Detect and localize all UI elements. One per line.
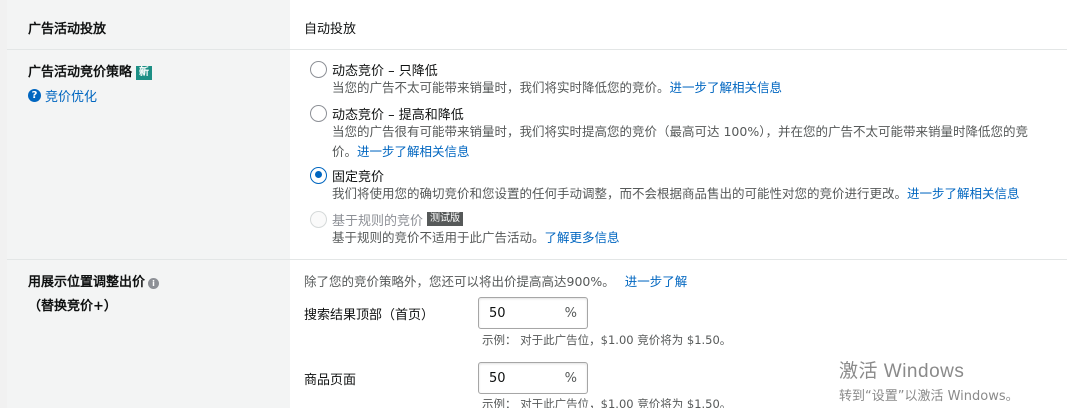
bid-option-desc: 当您的广告不太可能带来销量时，我们将实时降低您的竞价。进一步了解相关信息 [332, 78, 782, 98]
learn-more-link[interactable]: 了解更多信息 [545, 230, 620, 245]
watermark-subtitle: 转到“设置”以激活 Windows。 [839, 389, 1019, 404]
placement-intro-text: 除了您的竞价策略外，您还可以将出价提高高达900%。 [304, 274, 615, 289]
delivery-row: 广告活动投放 自动投放 [7, 0, 1067, 50]
bidding-label: 广告活动竞价策略 [28, 65, 133, 80]
left-edge-strip [0, 0, 7, 408]
bid-option-fixed[interactable]: 固定竞价 我们将使用您的确切竞价和您设置的任何手动调整，而不会根据商品售出的可能… [304, 166, 1020, 204]
placement-example: 示例： 对于此广告位，$1.00 竞价将为 $1.50。 [482, 397, 732, 408]
percent-unit: % [564, 305, 577, 321]
learn-more-link[interactable]: 进一步了解相关信息 [357, 144, 470, 159]
question-circle-icon: ? [28, 89, 41, 102]
bid-optimization-help-link[interactable]: ? 竞价优化 [28, 86, 290, 105]
delivery-value: 自动投放 [304, 22, 357, 37]
bid-option-desc-line2: 价。 [332, 144, 358, 159]
bidding-options-cell: 动态竞价 – 只降低 当您的广告不太可能带来销量时，我们将实时降低您的竞价。进一… [290, 50, 1067, 259]
windows-activation-watermark: 激活 Windows 转到“设置”以激活 Windows。 [839, 356, 1019, 404]
bid-option-desc-line1: 当您的广告很有可能带来销量时，我们将实时提高您的竞价（最高可达 100%），并在… [332, 124, 1028, 139]
bid-option-desc-text: 我们将使用您的确切竞价和您设置的任何手动调整，而不会根据商品售出的可能性对您的竞… [332, 186, 908, 201]
bid-option-desc-text: 当您的广告不太可能带来销量时，我们将实时降低您的竞价。 [332, 80, 670, 95]
placement-label: 商品页面 [304, 372, 357, 388]
new-badge: 新 [136, 66, 153, 80]
bid-option-desc-text: 基于规则的竞价不适用于此广告活动。 [332, 230, 545, 245]
beta-badge: 测试版 [427, 212, 464, 226]
bid-option-title: 动态竞价 – 提高和降低 [332, 107, 464, 123]
placement-example: 示例： 对于此广告位，$1.00 竞价将为 $1.50。 [482, 333, 732, 347]
radio-fixed-selected[interactable] [310, 166, 327, 184]
bid-option-dynamic-down[interactable]: 动态竞价 – 只降低 当您的广告不太可能带来销量时，我们将实时降低您的竞价。进一… [304, 60, 782, 98]
radio-dynamic-down[interactable] [310, 60, 327, 78]
bid-option-title: 基于规则的竞价 [332, 213, 424, 229]
bid-option-dynamic-up-down[interactable]: 动态竞价 – 提高和降低 当您的广告很有可能带来销量时，我们将实时提高您的竞价（… [304, 104, 1064, 162]
percent-unit: % [564, 370, 577, 386]
product-pages-percent-input[interactable]: 50 % [478, 362, 588, 394]
bidding-strategy-row: 广告活动竞价策略新 ? 竞价优化 动态竞价 – 只降低 当您的广告不太可能带来销… [7, 50, 1067, 260]
percent-value: 50 [489, 305, 506, 321]
bid-option-rule-based: 基于规则的竞价 测试版 基于规则的竞价不适用于此广告活动。了解更多信息 [304, 210, 620, 248]
placement-label: 用展示位置调整出价 [28, 275, 146, 290]
bid-optimization-help-text: 竞价优化 [45, 90, 98, 105]
radio-dynamic-up-down[interactable] [310, 104, 327, 122]
info-circle-icon[interactable]: i [148, 278, 160, 289]
bid-option-desc: 当您的广告很有可能带来销量时，我们将实时提高您的竞价（最高可达 100%），并在… [332, 122, 1064, 162]
placement-label-sub: （替换竞价+） [28, 299, 117, 314]
watermark-title: 激活 Windows [839, 361, 965, 382]
placement-intro: 除了您的竞价策略外，您还可以将出价提高高达900%。 进一步了解 [304, 271, 687, 290]
learn-more-link[interactable]: 进一步了解相关信息 [907, 186, 1020, 201]
delivery-value-cell: 自动投放 [290, 0, 1067, 49]
bidding-label-cell: 广告活动竞价策略新 ? 竞价优化 [7, 50, 290, 259]
placement-product-pages: 商品页面 50 % [304, 362, 588, 394]
placement-top-of-search: 搜索结果顶部（首页） 50 % [304, 297, 588, 329]
bid-option-desc: 基于规则的竞价不适用于此广告活动。了解更多信息 [332, 228, 620, 248]
learn-more-link[interactable]: 进一步了解相关信息 [670, 80, 783, 95]
radio-rule-based-disabled [310, 210, 327, 228]
percent-value: 50 [489, 370, 506, 386]
placement-label: 搜索结果顶部（首页） [304, 307, 435, 323]
bid-option-desc: 我们将使用您的确切竞价和您设置的任何手动调整，而不会根据商品售出的可能性对您的竞… [332, 184, 1020, 204]
placement-label-cell: 用展示位置调整出价 i （替换竞价+） [7, 260, 290, 408]
placement-learn-more-link[interactable]: 进一步了解 [625, 274, 688, 289]
delivery-label: 广告活动投放 [28, 22, 107, 37]
delivery-label-cell: 广告活动投放 [7, 0, 290, 49]
bid-option-title: 固定竞价 [332, 169, 385, 185]
bid-option-title: 动态竞价 – 只降低 [332, 63, 438, 79]
top-of-search-percent-input[interactable]: 50 % [478, 297, 588, 329]
